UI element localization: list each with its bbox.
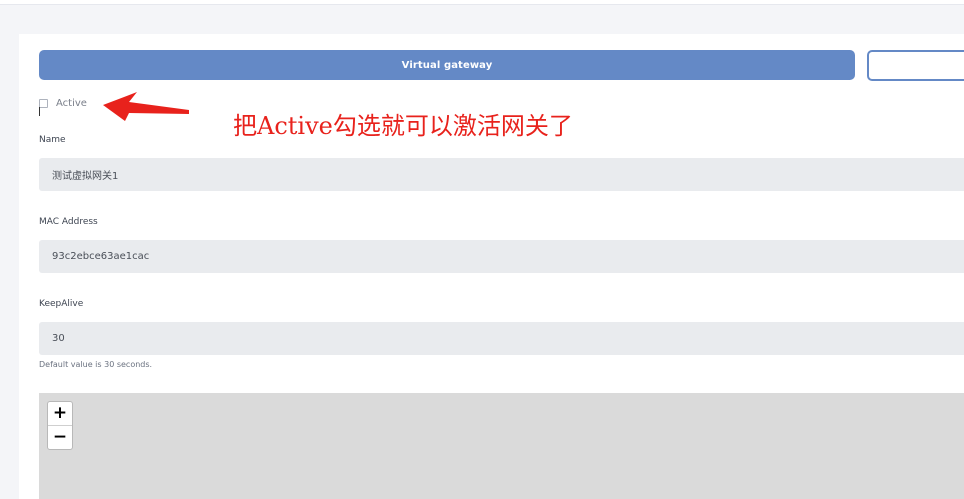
secondary-button[interactable] — [867, 50, 964, 81]
keepalive-help-text: Default value is 30 seconds. — [39, 360, 153, 369]
annotation-arrow-icon — [103, 92, 189, 121]
active-checkbox-row[interactable]: Active — [39, 96, 87, 110]
zoom-out-button[interactable]: − — [48, 425, 72, 449]
zoom-in-button[interactable]: + — [48, 402, 72, 425]
mac-address-input[interactable]: 93c2ebce63ae1cac — [39, 240, 964, 273]
mac-address-label: MAC Address — [39, 217, 98, 227]
keepalive-input[interactable]: 30 — [39, 322, 964, 355]
top-bar — [0, 0, 964, 5]
active-label: Active — [56, 97, 87, 109]
name-input[interactable]: 测试虚拟网关1 — [39, 158, 964, 191]
active-checkbox[interactable] — [39, 98, 48, 108]
name-label: Name — [39, 135, 66, 145]
keepalive-label: KeepAlive — [39, 299, 84, 309]
annotation-text: 把Active勾选就可以激活网关了 — [233, 112, 573, 140]
map-zoom-control: + − — [47, 401, 73, 450]
virtual-gateway-button[interactable]: Virtual gateway — [39, 50, 855, 80]
map-area[interactable]: + − — [39, 393, 964, 499]
text-cursor — [39, 107, 40, 116]
